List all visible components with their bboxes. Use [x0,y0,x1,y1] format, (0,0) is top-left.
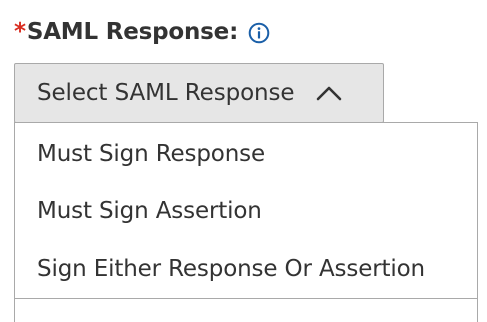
saml-response-field-label: * SAML Response: [14,16,271,48]
info-icon[interactable] [247,21,271,45]
option-sign-either-response-or-assertion[interactable]: Sign Either Response Or Assertion [15,240,477,298]
field-label-text: SAML Response: [26,19,239,45]
list-divider [15,298,477,299]
saml-response-select[interactable]: Select SAML Response [14,63,384,123]
chevron-up-icon [315,83,343,103]
option-must-sign-response[interactable]: Must Sign Response [15,125,477,183]
saml-response-options-list: Must Sign Response Must Sign Assertion S… [14,122,478,322]
option-must-sign-assertion[interactable]: Must Sign Assertion [15,183,477,241]
select-value: Select SAML Response [37,80,295,106]
required-indicator: * [14,19,26,45]
